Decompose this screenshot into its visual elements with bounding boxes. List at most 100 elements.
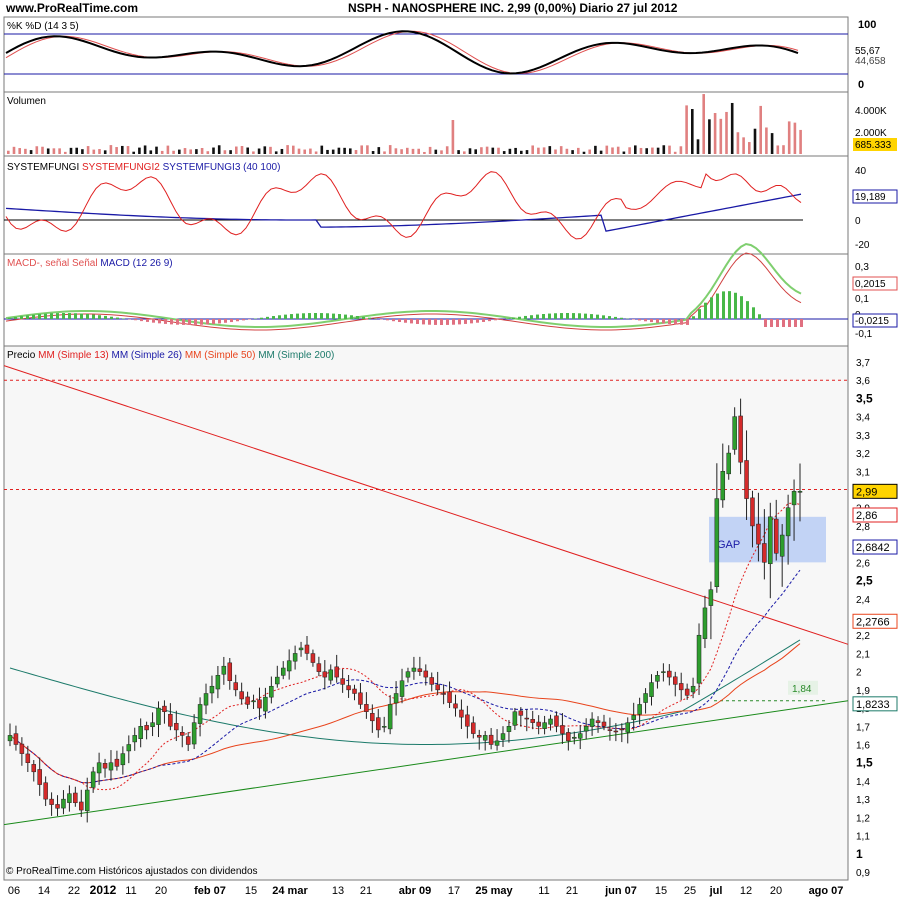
candle-body: [673, 676, 678, 685]
macd-histogram-bar: [140, 319, 143, 322]
x-axis-label: 17: [448, 885, 460, 897]
candle-body: [185, 736, 191, 745]
macd-histogram-bar: [110, 316, 113, 319]
volume-bar: [314, 151, 318, 154]
candle-body: [583, 726, 589, 732]
macd-histogram-bar: [122, 318, 125, 319]
candle-body: [441, 693, 446, 695]
volume-bar: [58, 148, 61, 154]
volume-bar: [383, 151, 386, 154]
candle-body: [13, 733, 19, 745]
fungi-tick-neg20: -20: [855, 240, 870, 251]
macd-histogram-bar: [230, 319, 233, 323]
volume-bar: [366, 145, 369, 154]
candle-body: [102, 763, 108, 769]
macd-histogram-bar: [8, 317, 11, 319]
volume-bar: [793, 122, 797, 154]
volume-bar: [126, 146, 130, 154]
candle-body: [43, 782, 48, 800]
volume-bar: [776, 145, 780, 154]
volume-bar: [252, 151, 255, 154]
volume-bar: [599, 150, 603, 154]
volume-bar: [326, 149, 329, 154]
volume-bar: [246, 147, 249, 154]
price-value-label: 2,86: [856, 510, 877, 522]
volume-bar: [35, 146, 39, 154]
volume-bar: [29, 150, 33, 154]
macd-histogram-bar: [68, 313, 71, 319]
macd-histogram-bar: [32, 314, 35, 319]
volume-bar: [691, 109, 694, 154]
price-value-label: 1,8233: [856, 699, 890, 711]
candle-body: [292, 653, 298, 662]
volume-bar: [565, 148, 569, 154]
candle-body: [655, 675, 660, 682]
volume-bar: [195, 149, 198, 154]
volume-bar: [753, 128, 757, 154]
volume-bar: [542, 147, 546, 154]
candle-body: [637, 704, 642, 715]
macd-histogram-bar: [452, 319, 455, 325]
macd-histogram-bar: [698, 309, 701, 319]
stock-chart: %K %D (14 3 5) 100055,6744,658Volumen4.00…: [3, 16, 898, 897]
candle-body: [19, 743, 25, 754]
macd-histogram-bar: [392, 319, 395, 322]
macd-histogram-bar: [200, 319, 203, 325]
candle-body: [625, 722, 630, 733]
volume-bar: [554, 149, 557, 154]
macd-tick: 0,1: [855, 294, 869, 305]
macd-histogram-bar: [56, 313, 59, 319]
candle-body: [197, 704, 203, 724]
volume-bar: [662, 145, 666, 154]
candle-body: [215, 675, 221, 690]
macd-histogram-bar: [50, 313, 53, 319]
stoch-d-value: 44,658: [855, 56, 886, 67]
macd-histogram-bar: [542, 314, 545, 319]
volume-bar: [548, 146, 552, 154]
price-tick: 1,4: [856, 777, 870, 788]
volume-bar: [132, 151, 135, 154]
macd-histogram-bar: [752, 307, 755, 319]
candle-body: [316, 663, 322, 672]
volume-bar: [708, 119, 711, 154]
volume-bar: [388, 145, 392, 154]
candle-body: [280, 667, 286, 676]
gap-label: GAP: [717, 539, 740, 551]
x-axis-label: 25 may: [475, 885, 513, 897]
volume-bar: [634, 145, 637, 154]
candle-body: [797, 491, 803, 493]
candle-body: [476, 735, 482, 738]
candle-body: [488, 734, 494, 745]
candle-body: [263, 696, 268, 712]
volume-title: Volumen: [7, 96, 46, 107]
macd-histogram-bar: [356, 315, 359, 319]
volume-last-value: 685.333: [855, 140, 892, 151]
macd-histogram-bar: [164, 319, 167, 324]
candle-body: [643, 693, 648, 703]
macd-histogram-bar: [326, 313, 329, 319]
macd-histogram-bar: [776, 319, 779, 327]
candle-body: [180, 732, 185, 736]
candle-body: [340, 678, 345, 685]
candle-body: [702, 607, 708, 639]
candle-body: [257, 699, 262, 709]
macd-histogram-bar: [422, 319, 425, 325]
candle-body: [191, 722, 197, 745]
macd-value: -0,0215: [855, 316, 889, 327]
volume-bar: [411, 148, 415, 154]
volume-bar: [183, 148, 187, 154]
candle-body: [768, 516, 773, 565]
macd-histogram-bar: [446, 319, 449, 325]
volume-bar: [594, 145, 597, 154]
price-title: Precio MM (Simple 13) MM (Simple 26) MM …: [7, 350, 334, 361]
volume-bar: [651, 147, 654, 154]
candle-body: [399, 680, 405, 697]
candle-body: [500, 733, 506, 740]
macd-histogram-bar: [236, 319, 239, 322]
macd-histogram-bar: [704, 302, 707, 319]
macd-histogram-bar: [440, 319, 443, 325]
macd-histogram-bar: [272, 316, 275, 319]
volume-bar: [628, 147, 631, 154]
candle-body: [304, 644, 310, 654]
candle-body: [566, 732, 571, 742]
